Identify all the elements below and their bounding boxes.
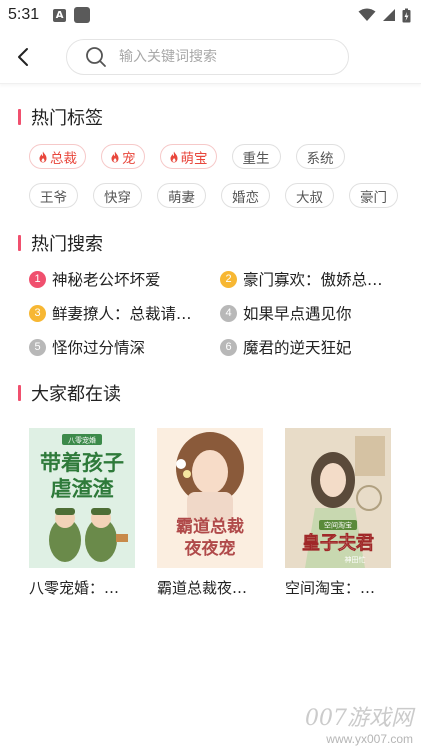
- book-card[interactable]: 空间淘宝 皇子夫君 神田忙 空间淘宝：…: [285, 428, 391, 598]
- section-accent-bar: [18, 109, 21, 125]
- back-button[interactable]: [16, 39, 52, 75]
- tag-label: 系统: [306, 150, 334, 167]
- hot-search-item[interactable]: 4 如果早点遇见你: [220, 302, 420, 324]
- book-card[interactable]: 八零宠婚 带着孩子 虐渣渣 八零宠婚：…: [29, 428, 135, 598]
- hot-search-title: 热门搜索: [31, 234, 103, 255]
- reading-title: 大家都在读: [31, 384, 121, 405]
- tag-label: 豪门: [360, 189, 387, 206]
- book-title: 八零宠婚：…: [29, 579, 120, 597]
- svg-text:带着孩子: 带着孩子: [40, 451, 124, 475]
- tag-label: 萌妻: [168, 189, 195, 206]
- tag-chip[interactable]: 系统: [295, 144, 345, 169]
- tag-row-2: 王爷 快穿 萌妻 婚恋 大叔 豪门: [0, 183, 421, 208]
- search-box[interactable]: [66, 38, 349, 75]
- tag-chip[interactable]: 宠: [101, 144, 145, 169]
- svg-text:霸道总裁: 霸道总裁: [176, 516, 244, 537]
- hot-search-item[interactable]: 5 怪你过分情深: [29, 336, 220, 358]
- status-bar: 5:31 A: [0, 0, 421, 30]
- wifi-icon: [358, 8, 376, 21]
- status-time: 5:31: [8, 6, 40, 23]
- tag-chip[interactable]: 婚恋: [221, 183, 270, 208]
- cover-badge: 空间淘宝: [324, 521, 352, 530]
- rank-badge: 1: [29, 270, 46, 288]
- cover-author: 神田忙: [345, 555, 366, 564]
- book-cover-art: 八零宠婚 带着孩子 虐渣渣: [29, 428, 135, 568]
- signal-icon: [383, 9, 395, 21]
- hot-search-text: 魔君的逆天狂妃: [243, 339, 352, 357]
- hot-search-list: 1 神秘老公坏坏爱 2 豪门寡欢：傲娇总… 3 鲜妻撩人：总裁请… 4 如果早点遇见你 5 怪你过…: [0, 268, 421, 358]
- hot-tags-header: 热门标签: [0, 104, 421, 130]
- watermark-url: www.yx007.com: [326, 732, 413, 746]
- tag-chip[interactable]: 重生: [231, 144, 281, 169]
- section-accent-bar: [18, 235, 21, 251]
- book-title: 霸道总裁夜…: [157, 579, 248, 597]
- tag-label: 王爷: [40, 189, 67, 206]
- hot-search-item[interactable]: 6 魔君的逆天狂妃: [220, 336, 420, 358]
- watermark: 007游戏网 www.yx007.com: [305, 700, 413, 746]
- battery-icon: [402, 8, 411, 22]
- search-input[interactable]: [119, 48, 319, 65]
- svg-text:夜夜宠: 夜夜宠: [184, 538, 236, 559]
- book-title: 空间淘宝：…: [285, 579, 376, 597]
- search-icon: [86, 46, 106, 67]
- rank-badge: 3: [29, 304, 46, 322]
- tag-label: 大叔: [296, 189, 323, 206]
- hot-search-text: 神秘老公坏坏爱: [52, 271, 161, 289]
- tag-chip[interactable]: 快穿: [93, 183, 142, 208]
- notification-square-icon: [74, 7, 91, 23]
- reading-header: 大家都在读: [0, 380, 421, 406]
- section-accent-bar: [18, 385, 21, 401]
- tag-chip[interactable]: 豪门: [349, 183, 398, 208]
- watermark-main: 007游戏网: [305, 706, 413, 731]
- tag-chip[interactable]: 总裁: [29, 144, 86, 169]
- tag-chip[interactable]: 萌妻: [157, 183, 206, 208]
- rank-badge: 5: [29, 338, 46, 356]
- svg-text:虐渣渣: 虐渣渣: [51, 477, 115, 501]
- hot-tags-section: 热门标签 总裁 宠 萌宝 重生 系统 王爷 快穿 萌妻 婚恋 大叔 豪门: [0, 104, 421, 208]
- back-arrow-icon: [18, 47, 28, 66]
- rank-badge: 2: [220, 270, 237, 288]
- fire-icon: [170, 151, 177, 162]
- book-cover-art: 霸道总裁 夜夜宠: [157, 428, 263, 568]
- book-list: 八零宠婚 带着孩子 虐渣渣 八零宠婚：… 霸道总裁 夜夜宠 霸道总裁夜… 空间淘…: [0, 428, 421, 598]
- hot-search-section: 热门搜索 1 神秘老公坏坏爱 2 豪门寡欢：傲娇总… 3 鲜妻撩人：总裁请… 4 如果早点遇见…: [0, 230, 421, 358]
- tag-label: 重生: [242, 150, 270, 167]
- book-cover: 霸道总裁 夜夜宠: [157, 428, 263, 568]
- book-cover-art: 空间淘宝 皇子夫君 神田忙: [285, 428, 391, 568]
- hot-search-text: 如果早点遇见你: [243, 305, 352, 323]
- book-cover: 空间淘宝 皇子夫君 神田忙: [285, 428, 391, 568]
- hot-search-item[interactable]: 3 鲜妻撩人：总裁请…: [29, 302, 220, 324]
- search-header: [0, 30, 421, 84]
- hot-search-text: 豪门寡欢：傲娇总…: [243, 271, 383, 289]
- tag-label: 快穿: [104, 189, 131, 206]
- tag-label: 婚恋: [232, 189, 259, 206]
- rank-badge: 6: [220, 338, 237, 356]
- book-cover: 八零宠婚 带着孩子 虐渣渣: [29, 428, 135, 568]
- hot-tags-title: 热门标签: [31, 108, 103, 129]
- hot-search-item[interactable]: 1 神秘老公坏坏爱: [29, 268, 220, 290]
- tag-label: 总裁: [50, 150, 77, 167]
- tag-chip[interactable]: 王爷: [29, 183, 78, 208]
- tag-chip[interactable]: 大叔: [285, 183, 334, 208]
- tag-row-1: 总裁 宠 萌宝 重生 系统: [0, 144, 421, 169]
- fire-icon: [39, 151, 47, 162]
- tag-chip[interactable]: 萌宝: [159, 144, 217, 169]
- book-card[interactable]: 霸道总裁 夜夜宠 霸道总裁夜…: [157, 428, 263, 598]
- notification-a-icon: A: [53, 8, 67, 22]
- hot-search-text: 怪你过分情深: [52, 339, 146, 357]
- hot-search-item[interactable]: 2 豪门寡欢：傲娇总…: [220, 268, 420, 290]
- hot-search-text: 鲜妻撩人：总裁请…: [52, 305, 192, 323]
- svg-text:皇子夫君: 皇子夫君: [302, 532, 374, 554]
- tag-label: 宠: [122, 150, 136, 167]
- fire-icon: [111, 151, 119, 162]
- cover-badge: 八零宠婚: [68, 436, 96, 445]
- tag-label: 萌宝: [180, 150, 208, 167]
- hot-search-header: 热门搜索: [0, 230, 421, 256]
- rank-badge: 4: [220, 304, 237, 322]
- reading-section: 大家都在读 八零宠婚 带着孩子 虐渣渣 八零宠婚：… 霸道总裁 夜夜宠 霸道总裁…: [0, 380, 421, 598]
